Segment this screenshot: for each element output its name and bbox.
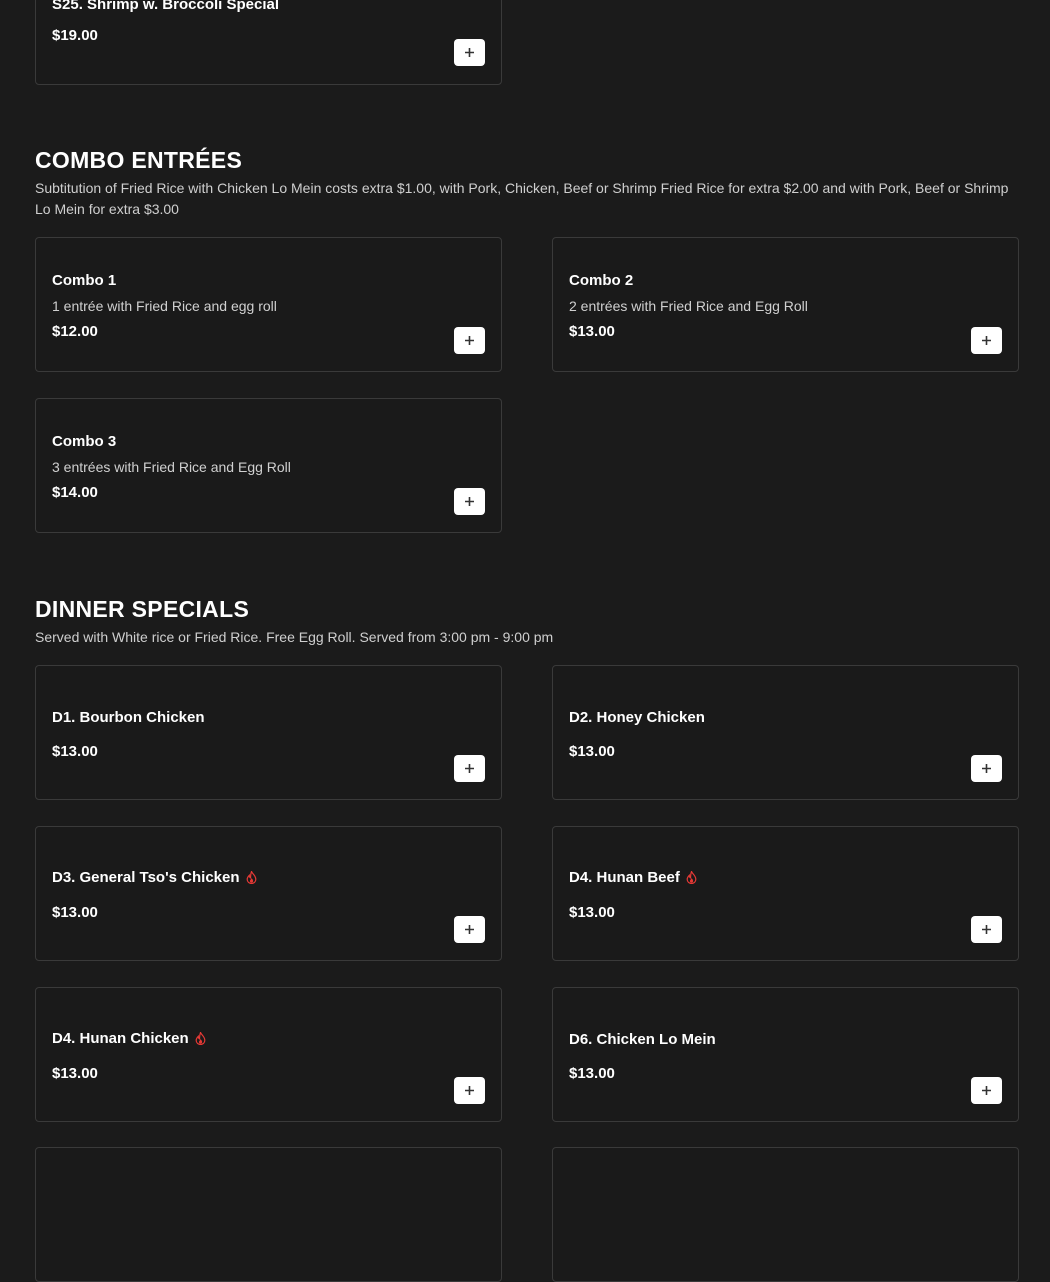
plus-icon <box>465 925 474 934</box>
menu-item-name: D1. Bourbon Chicken <box>52 709 205 726</box>
add-to-cart-button[interactable] <box>454 755 485 782</box>
menu-item-price: $13.00 <box>569 1065 615 1082</box>
menu-item-card[interactable]: D2. Honey Chicken $13.00 <box>552 665 1019 800</box>
menu-item-price: $13.00 <box>569 743 615 760</box>
menu-item-name: D3. General Tso's Chicken <box>52 869 257 886</box>
section-title: DINNER SPECIALS <box>35 596 250 622</box>
add-to-cart-button[interactable] <box>454 39 485 66</box>
add-to-cart-button[interactable] <box>971 1077 1002 1104</box>
plus-icon <box>982 1086 991 1095</box>
menu-item-price: $13.00 <box>569 904 615 921</box>
menu-item-name: D4. Hunan Chicken <box>52 1030 206 1047</box>
section-description: Subtitution of Fried Rice with Chicken L… <box>35 180 1009 217</box>
add-to-cart-button[interactable] <box>454 488 485 515</box>
add-to-cart-button[interactable] <box>454 916 485 943</box>
plus-icon <box>465 764 474 773</box>
menu-item-card[interactable]: D4. Hunan Chicken $13.00 <box>35 987 502 1122</box>
menu-item-card[interactable]: D4. Hunan Beef $13.00 <box>552 826 1019 961</box>
menu-item-price: $13.00 <box>52 1065 98 1082</box>
plus-icon <box>465 1086 474 1095</box>
section-description: Served with White rice or Fried Rice. Fr… <box>35 629 554 645</box>
menu-item-card[interactable] <box>35 1147 502 1282</box>
menu-item-card[interactable]: D1. Bourbon Chicken $13.00 <box>35 665 502 800</box>
menu-item-name: Combo 3 <box>52 433 117 450</box>
menu-item-name: D6. Chicken Lo Mein <box>569 1031 716 1048</box>
flame-icon <box>686 871 697 884</box>
add-to-cart-button[interactable] <box>971 327 1002 354</box>
plus-icon <box>982 336 991 345</box>
flame-icon <box>195 1032 206 1045</box>
menu-item-price: $12.00 <box>52 323 98 340</box>
menu-item-price: $13.00 <box>52 743 98 760</box>
menu-item-name: Combo 2 <box>569 272 634 289</box>
add-to-cart-button[interactable] <box>971 755 1002 782</box>
menu-item-price: $19.00 <box>52 27 98 44</box>
menu-item-card[interactable]: D6. Chicken Lo Mein $13.00 <box>552 987 1019 1122</box>
add-to-cart-button[interactable] <box>454 327 485 354</box>
plus-icon <box>465 497 474 506</box>
menu-item-price: $14.00 <box>52 484 98 501</box>
menu-item-card[interactable]: Combo 1 1 entrée with Fried Rice and egg… <box>35 237 502 372</box>
menu-item-name: D4. Hunan Beef <box>569 869 697 886</box>
menu-item-price: $13.00 <box>569 323 615 340</box>
menu-item-name: D2. Honey Chicken <box>569 709 705 726</box>
plus-icon <box>982 925 991 934</box>
plus-icon <box>465 336 474 345</box>
plus-icon <box>982 764 991 773</box>
add-to-cart-button[interactable] <box>454 1077 485 1104</box>
menu-item-name: Combo 1 <box>52 272 117 289</box>
add-to-cart-button[interactable] <box>971 916 1002 943</box>
menu-item-card[interactable]: S25. Shrimp w. Broccoli Special $19.00 <box>35 0 502 85</box>
menu-item-description: 3 entrées with Fried Rice and Egg Roll <box>52 459 291 475</box>
menu-item-card[interactable] <box>552 1147 1019 1282</box>
menu-item-card[interactable]: Combo 2 2 entrées with Fried Rice and Eg… <box>552 237 1019 372</box>
menu-item-card[interactable]: Combo 3 3 entrées with Fried Rice and Eg… <box>35 398 502 533</box>
menu-item-description: 1 entrée with Fried Rice and egg roll <box>52 298 277 314</box>
menu-item-name: S25. Shrimp w. Broccoli Special <box>52 0 280 13</box>
flame-icon <box>246 871 256 884</box>
menu-item-card[interactable]: D3. General Tso's Chicken $13.00 <box>35 826 502 961</box>
plus-icon <box>465 48 474 57</box>
menu-item-description: 2 entrées with Fried Rice and Egg Roll <box>569 298 808 314</box>
menu-item-price: $13.00 <box>52 904 98 921</box>
section-title: COMBO ENTRÉES <box>35 147 243 173</box>
